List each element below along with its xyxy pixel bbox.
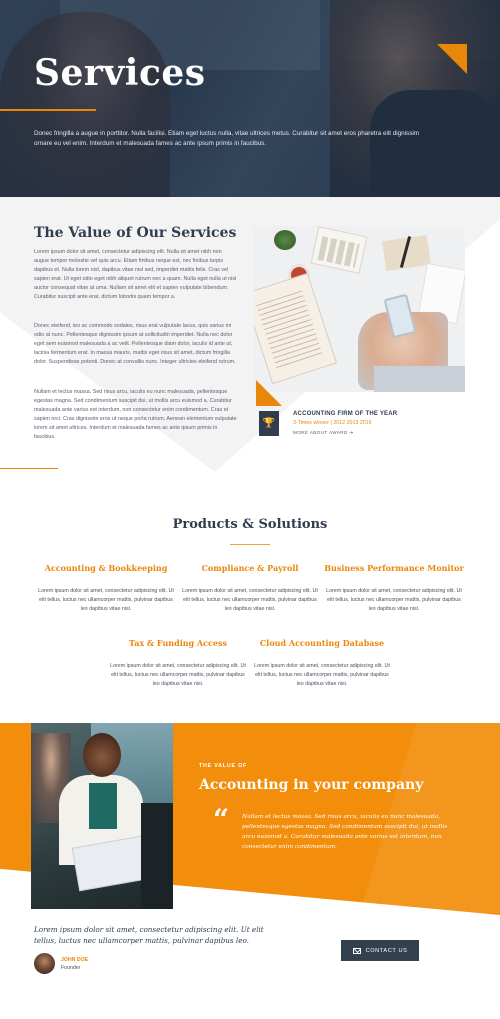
band-kicker: THE VALUE OF <box>199 763 248 769</box>
product-title[interactable]: Tax & Funding Access <box>108 638 248 648</box>
band-quote: Nullam et lectus massa. Sed risus arcu, … <box>242 814 448 850</box>
product-title[interactable]: Business Performance Monitor <box>324 563 464 573</box>
hero-description: Donec fringilla a augue in porttitor. Nu… <box>34 130 419 147</box>
award-title: ACCOUNTING FIRM OF THE YEAR <box>293 411 398 417</box>
product-card: Tax & Funding Access Lorem ipsum dolor s… <box>108 638 248 688</box>
section-accent-line <box>0 468 58 469</box>
more-about-award-link[interactable]: MORE ABOUT AWARD ➔ <box>293 430 354 436</box>
hero-accent-line <box>0 109 96 111</box>
desk-photo <box>254 226 465 392</box>
value-paragraph: Donec eleifend, leo ac commodo sodales, … <box>34 323 236 365</box>
quote-icon: “ <box>213 803 230 836</box>
products-heading: Products & Solutions <box>172 517 328 532</box>
page-title: Services <box>34 52 206 94</box>
avatar <box>34 953 55 974</box>
trophy-icon: 🏆 <box>259 411 279 436</box>
hero-section: Services Donec fringilla a augue in port… <box>0 0 500 197</box>
product-card: Accounting & Bookkeeping Lorem ipsum dol… <box>36 563 176 613</box>
award-subtitle: 3-Times winner | 2012 2013 2016 <box>293 420 372 426</box>
woman-top-shape <box>89 783 117 829</box>
sleeve-shape <box>374 366 465 392</box>
product-title[interactable]: Compliance & Payroll <box>180 563 320 573</box>
hero-overlay <box>0 0 500 197</box>
testimonial-text: Lorem ipsum dolor sit amet, consectetur … <box>34 925 264 945</box>
product-card: Cloud Accounting Database Lorem ipsum do… <box>252 638 392 688</box>
product-title[interactable]: Accounting & Bookkeeping <box>36 563 176 573</box>
contact-us-label: CONTACT US <box>365 947 408 954</box>
mail-icon <box>352 947 361 954</box>
foreground-person-shape <box>141 803 173 909</box>
value-heading: The Value of Our Services <box>34 225 237 241</box>
newspaper-shape <box>254 272 338 385</box>
contact-us-button[interactable]: CONTACT US <box>341 940 419 961</box>
calculator-shape <box>310 226 368 274</box>
products-divider <box>230 544 270 545</box>
product-description: Lorem ipsum dolor sit amet, consectetur … <box>110 663 246 687</box>
testimonial-role: Founder <box>61 965 81 971</box>
testimonial-name: JOHN DOE <box>61 957 89 963</box>
product-description: Lorem ipsum dolor sit amet, consectetur … <box>38 588 174 612</box>
product-title[interactable]: Cloud Accounting Database <box>252 638 392 648</box>
product-card: Compliance & Payroll Lorem ipsum dolor s… <box>180 563 320 613</box>
value-paragraph: Nullam et lectus massa. Sed risus arcu, … <box>34 389 237 440</box>
plant-shape <box>274 230 296 250</box>
band-heading: Accounting in your company <box>199 777 424 793</box>
value-paragraph: Lorem ipsum dolor sit amet, consectetur … <box>34 249 237 300</box>
product-description: Lorem ipsum dolor sit amet, consectetur … <box>182 588 318 612</box>
woman-head-shape <box>83 733 121 777</box>
product-card: Business Performance Monitor Lorem ipsum… <box>324 563 464 613</box>
product-description: Lorem ipsum dolor sit amet, consectetur … <box>254 663 390 687</box>
product-description: Lorem ipsum dolor sit amet, consectetur … <box>326 588 462 612</box>
team-photo <box>31 723 173 909</box>
